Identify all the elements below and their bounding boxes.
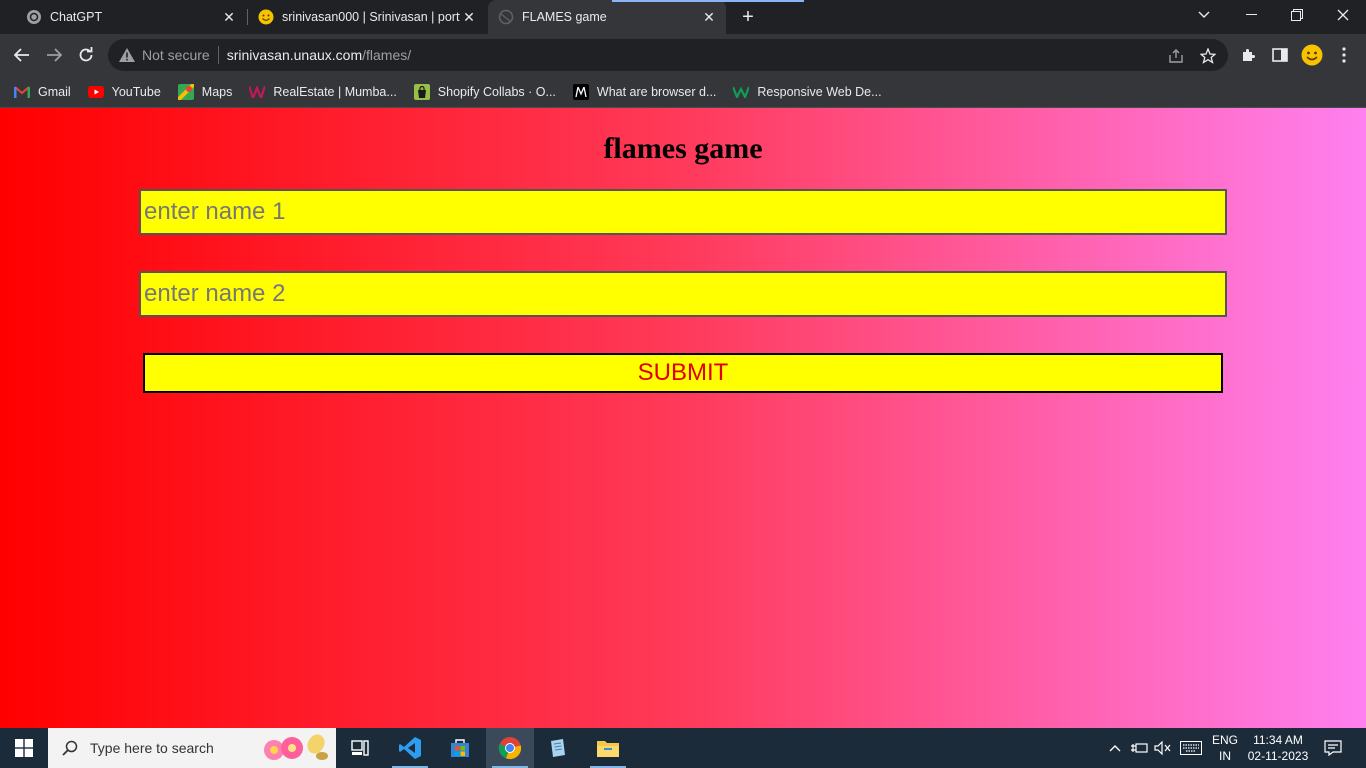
bookmark-gmail[interactable]: Gmail: [14, 84, 71, 100]
name-2-input[interactable]: [139, 271, 1227, 317]
language-code: ENG: [1211, 733, 1238, 747]
tab-chatgpt[interactable]: ChatGPT ✕: [8, 0, 246, 34]
bookmark-label: Gmail: [38, 84, 71, 99]
close-window-icon[interactable]: [1320, 0, 1366, 30]
youtube-icon: [87, 84, 104, 100]
globe-icon: [498, 9, 514, 25]
clock[interactable]: 11:34 AM 02-11-2023: [1244, 732, 1312, 764]
address-bar[interactable]: Not secure srinivasan.unaux.com /flames/: [108, 39, 1228, 71]
omnibox-divider: [217, 46, 219, 64]
submit-button[interactable]: SUBMIT: [143, 353, 1223, 393]
url-path: /flames/: [362, 47, 412, 63]
w-icon: [733, 84, 750, 100]
power-plug-icon[interactable]: [1128, 728, 1150, 768]
bookmark-youtube[interactable]: YouTube: [87, 84, 161, 100]
chrome-app[interactable]: [486, 728, 534, 768]
loading-indicator: [612, 0, 804, 2]
search-icon: [62, 740, 78, 756]
search-placeholder: Type here to search: [90, 740, 214, 756]
extensions-icon[interactable]: [1234, 41, 1262, 69]
restore-icon[interactable]: [1274, 0, 1320, 30]
windows-taskbar: Type here to search ENG IN 11:34 AM 02-1…: [0, 728, 1366, 768]
bookmark-label: Maps: [201, 84, 233, 99]
gmail-icon: [14, 84, 30, 100]
forward-button[interactable]: [40, 41, 68, 69]
folder-icon: [597, 741, 619, 757]
tab-search-icon[interactable]: [1181, 0, 1227, 30]
realestate-icon: [249, 84, 266, 100]
show-hidden-icons-icon[interactable]: [1106, 728, 1124, 768]
warning-icon[interactable]: [118, 46, 136, 64]
file-explorer-app[interactable]: [584, 728, 632, 768]
clock-date: 02-11-2023: [1247, 749, 1309, 763]
bookmark-shopify[interactable]: Shopify Collabs · O...: [413, 83, 556, 100]
input-language[interactable]: ENG IN: [1208, 732, 1242, 764]
tab-title: FLAMES game: [522, 10, 607, 24]
tab-flames-game[interactable]: FLAMES game ✕: [488, 0, 726, 34]
taskbar-search-box[interactable]: Type here to search: [48, 728, 336, 768]
close-tab-icon[interactable]: ✕: [460, 8, 478, 26]
bookmark-star-icon[interactable]: [1198, 46, 1218, 66]
vscode-app[interactable]: [386, 728, 434, 768]
volume-muted-icon[interactable]: [1152, 728, 1174, 768]
new-tab-button[interactable]: +: [737, 6, 759, 28]
flames-page: flames game SUBMIT: [0, 108, 1366, 728]
microsoft-store-app[interactable]: [436, 728, 484, 768]
share-icon[interactable]: [1166, 46, 1186, 66]
start-button[interactable]: [0, 728, 48, 768]
tab-strip: ChatGPT ✕ srinivasan000 | Srinivasan | p…: [0, 0, 1366, 34]
bookmark-label: RealEstate | Mumba...: [273, 84, 397, 99]
side-panel-icon[interactable]: [1266, 41, 1294, 69]
task-view-icon[interactable]: [336, 728, 384, 768]
bookmark-realestate[interactable]: RealEstate | Mumba...: [249, 84, 397, 100]
security-status[interactable]: Not secure: [142, 47, 210, 63]
shopify-icon: [413, 83, 430, 100]
page-title: flames game: [603, 132, 763, 165]
smiley-icon: [258, 9, 274, 25]
notepad-icon: [551, 739, 565, 757]
bookmark-label: Shopify Collabs · O...: [437, 84, 556, 99]
vscode-icon: [399, 737, 421, 759]
bookmark-label: YouTube: [111, 84, 161, 99]
store-icon: [451, 739, 469, 757]
name-1-input[interactable]: [139, 189, 1227, 235]
medium-icon: [572, 83, 589, 100]
bookmarks-bar: Gmail YouTube Maps RealEstate | Mumba...…: [0, 76, 1366, 108]
notifications-icon[interactable]: [1320, 728, 1346, 768]
back-button[interactable]: [8, 41, 36, 69]
menu-kebab-icon[interactable]: [1330, 41, 1358, 69]
region-code: IN: [1219, 749, 1231, 763]
maps-icon: [177, 83, 194, 100]
profile-avatar[interactable]: [1298, 41, 1326, 69]
close-tab-icon[interactable]: ✕: [220, 8, 238, 26]
forward-arrow-icon: [47, 48, 62, 62]
tab-title: srinivasan000 | Srinivasan | portfo: [282, 10, 460, 24]
windows-logo-icon: [15, 739, 33, 757]
tab-portfolio[interactable]: srinivasan000 | Srinivasan | portfo ✕: [248, 0, 486, 34]
flowers-icon: [260, 730, 332, 766]
tab-title: ChatGPT: [50, 10, 103, 24]
bookmark-label: What are browser d...: [596, 84, 717, 99]
bookmark-medium[interactable]: What are browser d...: [572, 83, 717, 100]
chrome-icon: [498, 737, 522, 760]
reload-icon: [79, 47, 93, 62]
notepad-app[interactable]: [534, 728, 582, 768]
browser-toolbar: Not secure srinivasan.unaux.com /flames/: [0, 34, 1366, 76]
keyboard-icon[interactable]: [1178, 728, 1204, 768]
bookmark-label: Responsive Web De...: [757, 84, 882, 99]
reload-button[interactable]: [72, 41, 100, 69]
bookmark-responsive-web[interactable]: Responsive Web De...: [733, 84, 882, 100]
minimize-icon[interactable]: [1228, 0, 1274, 30]
back-arrow-icon: [14, 48, 29, 62]
openai-icon: [26, 9, 42, 25]
url-host: srinivasan.unaux.com: [226, 47, 363, 63]
close-tab-icon[interactable]: ✕: [700, 8, 718, 26]
bookmark-maps[interactable]: Maps: [177, 83, 233, 100]
clock-time: 11:34 AM: [1253, 733, 1303, 747]
